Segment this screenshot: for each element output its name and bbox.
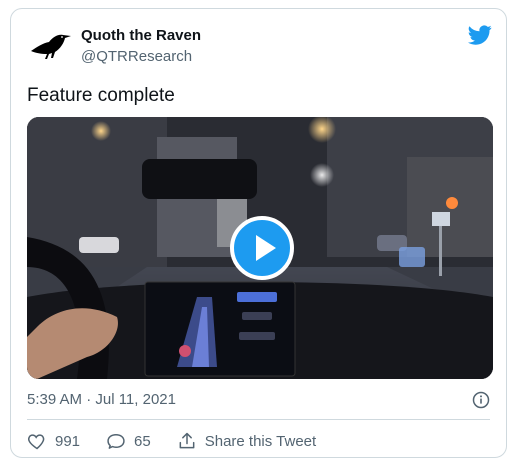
share-icon — [179, 432, 195, 449]
action-bar: 991 65 Share this Tweet — [27, 429, 342, 453]
tweet-card[interactable]: Quoth the Raven @QTRResearch Feature com… — [10, 8, 507, 458]
info-icon[interactable] — [472, 391, 490, 409]
like-button[interactable]: 991 — [27, 431, 80, 451]
twitter-bird-icon[interactable] — [468, 23, 492, 47]
author-name[interactable]: Quoth the Raven — [81, 27, 201, 44]
play-icon — [256, 235, 276, 261]
like-count: 991 — [55, 432, 81, 450]
video-thumbnail[interactable] — [27, 117, 493, 379]
raven-logo-icon — [31, 34, 71, 59]
heart-icon — [28, 434, 45, 450]
reply-icon — [107, 434, 125, 449]
author-handle[interactable]: @QTRResearch — [81, 48, 192, 65]
tweet-timestamp[interactable]: 5:39 AM · Jul 11, 2021 — [27, 391, 176, 408]
avatar[interactable] — [27, 21, 75, 69]
divider — [27, 419, 490, 420]
play-button[interactable] — [230, 216, 294, 280]
share-button[interactable]: Share this Tweet — [177, 431, 316, 451]
share-label: Share this Tweet — [204, 432, 317, 450]
tweet-text: Feature complete — [27, 85, 175, 106]
reply-button[interactable]: 65 — [106, 431, 151, 451]
reply-count: 65 — [134, 432, 151, 450]
